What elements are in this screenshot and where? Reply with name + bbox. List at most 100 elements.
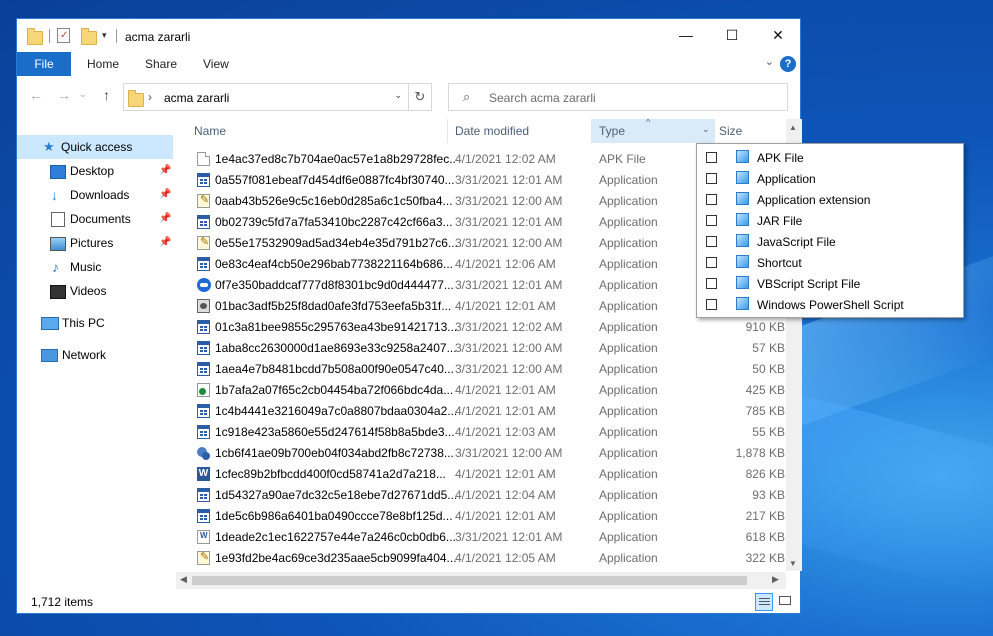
close-button[interactable]: ✕ [755,19,801,51]
filter-checkbox[interactable] [706,194,717,205]
search-placeholder: Search acma zararli [489,91,596,105]
minimize-button[interactable]: — [663,19,709,51]
nav-item-quick-access[interactable]: ★ Quick access [17,135,173,159]
breadcrumb-current[interactable]: acma zararli [164,91,229,105]
table-row[interactable]: W 1cfec89b2bfbcdd400f0cd58741a2d7a218... 4… [176,464,786,485]
filter-checkbox[interactable] [706,278,717,289]
address-dropdown-icon[interactable]: ⌄ [394,90,402,101]
cell-size: 425 KB [745,383,785,397]
filter-option[interactable]: JavaScript File [697,231,963,252]
cell-type: Application [599,509,658,523]
tab-file[interactable]: File [17,52,71,76]
table-row[interactable]: 1deade2c1ec1622757e44e7a246c0cb0db6...3/… [176,527,786,548]
scroll-left-icon[interactable]: ◀ [180,574,187,585]
cell-date: 4/1/2021 12:03 AM [455,425,556,439]
nav-item-downloads[interactable]: ↓ Downloads 📌 [17,183,173,207]
column-separator[interactable] [447,119,448,143]
filter-option[interactable]: VBScript Script File [697,273,963,294]
table-row[interactable]: 1aba8cc2630000d1ae8693e33c9258a2407... 3/… [176,338,786,359]
table-row[interactable]: 1d54327a90ae7dc32c5e18ebe7d27671dd5... 4/… [176,485,786,506]
nav-item-music[interactable]: ♪ Music [17,255,173,279]
recent-locations-icon[interactable]: ⌄ [79,89,87,100]
filter-option-label: VBScript Script File [757,277,861,291]
table-row[interactable]: 0b02739c5fd7a7fa53410bc2287c42cf66a3... 3… [176,212,786,233]
nav-item-pictures[interactable]: Pictures 📌 [17,231,173,255]
expand-ribbon-icon[interactable]: ⌄ [765,55,774,68]
table-row[interactable]: 0f7e350baddcaf777d8f8301bc9d0d444477... 3… [176,275,786,296]
maximize-button[interactable]: ☐ [709,19,755,51]
horizontal-scroll-thumb[interactable] [192,576,747,585]
table-row[interactable]: 1de5c6b986a6401ba0490ccce78e8bf125d... 4/… [176,506,786,527]
column-date-modified[interactable]: Date modified [455,124,529,138]
filter-option[interactable]: Application [697,168,963,189]
table-row[interactable]: 0e83c4eaf4cb50e296bab7738221164b686... 4/… [176,254,786,275]
pin-icon[interactable]: 📌 [159,183,171,207]
cell-type: Application [599,425,658,439]
cell-name: 0e83c4eaf4cb50e296bab7738221164b686... [215,257,454,271]
filter-option-label: Application extension [757,193,871,207]
customize-qat-icon[interactable]: ▾ [102,30,107,41]
search-input[interactable]: ⌕ Search acma zararli [448,83,788,111]
column-separator[interactable] [591,119,592,143]
nav-item-desktop[interactable]: Desktop 📌 [17,159,173,183]
column-type[interactable]: Type [599,124,625,138]
table-row[interactable]: 1e93fd2be4ac69ce3d235aae5cb9099fa404...4… [176,548,786,569]
tab-share[interactable]: Share [145,52,177,76]
forward-button[interactable]: → [57,87,71,103]
large-icons-view-button[interactable] [777,593,795,611]
back-button[interactable]: ← [29,87,43,103]
sort-ascending-icon: ^ [646,119,651,127]
filter-checkbox[interactable] [706,215,717,226]
table-row[interactable]: 0e55e17532909ad5ad34eb4e35d791b27c6...3/… [176,233,786,254]
refresh-button[interactable]: ↻ [408,83,432,111]
filter-checkbox[interactable] [706,299,717,310]
table-row[interactable]: 0aab43b526e9c5c16eb0d285a6c1c50fba4...3/… [176,191,786,212]
filter-option[interactable]: JAR File [697,210,963,231]
table-row[interactable]: 01c3a81bee9855c295763ea43be91421713... 3/… [176,317,786,338]
table-row[interactable]: 01bac3adf5b25f8dad0afe3fd753eefa5b31f...… [176,296,786,317]
table-row[interactable]: 1c4b4441e3216049a7c0a8807bdaa0304a2... 4/… [176,401,786,422]
column-name[interactable]: Name [194,124,226,138]
address-bar[interactable]: › acma zararli ⌄ [123,83,409,111]
table-row[interactable]: 1c918e423a5860e55d247614f58b8a5bde3... 4/… [176,422,786,443]
filter-option[interactable]: Shortcut [697,252,963,273]
tab-view[interactable]: View [203,52,229,76]
tab-home[interactable]: Home [87,52,119,76]
nav-label: Music [70,260,102,274]
type-filter-dropdown-icon[interactable]: ⌄ [702,124,710,135]
help-icon[interactable]: ? [780,56,796,72]
scroll-down-icon[interactable]: ▼ [789,559,797,568]
pin-icon[interactable]: 📌 [159,231,171,255]
scroll-up-icon[interactable]: ▲ [789,123,797,132]
desktop-icon [50,165,66,179]
new-folder-icon[interactable] [81,28,97,45]
cell-size: 93 KB [752,488,785,502]
cell-date: 4/1/2021 12:06 AM [455,257,556,271]
filter-option[interactable]: Application extension [697,189,963,210]
table-row[interactable]: 1e4ac37ed8c7b704ae0ac57e1a8b29728fec... 4… [176,149,786,170]
pin-icon[interactable]: 📌 [159,159,171,183]
table-row[interactable]: 1aea4e7b8481bcdd7b508a00f90e0547c40... 3/… [176,359,786,380]
properties-icon[interactable]: ✓ [57,28,70,43]
table-row[interactable]: 0a557f081ebeaf7d454df6e0887fc4bf30740...… [176,170,786,191]
horizontal-scrollbar[interactable]: ◀ ▶ [176,572,786,589]
table-row[interactable]: 1cb6f41ae09b700eb04f034abd2fb8c72738... 3… [176,443,786,464]
column-size[interactable]: Size [719,124,742,138]
pin-icon[interactable]: 📌 [159,207,171,231]
nav-item-network[interactable]: Network [17,343,173,367]
nav-item-documents[interactable]: Documents 📌 [17,207,173,231]
cell-name: 1e4ac37ed8c7b704ae0ac57e1a8b29728fec... [215,152,457,166]
filter-checkbox[interactable] [706,257,717,268]
filter-checkbox[interactable] [706,173,717,184]
column-separator[interactable] [714,119,715,143]
filter-option[interactable]: APK File [697,147,963,168]
details-view-button[interactable] [755,593,773,611]
nav-item-videos[interactable]: Videos [17,279,173,303]
filter-option[interactable]: Windows PowerShell Script [697,294,963,315]
filter-checkbox[interactable] [706,152,717,163]
scroll-right-icon[interactable]: ▶ [772,574,779,585]
table-row[interactable]: 1b7afa2a07f65c2cb04454ba72f066bdc4da... 4… [176,380,786,401]
nav-item-this-pc[interactable]: This PC [17,311,173,335]
filter-checkbox[interactable] [706,236,717,247]
up-button[interactable]: ↑ [103,87,110,103]
